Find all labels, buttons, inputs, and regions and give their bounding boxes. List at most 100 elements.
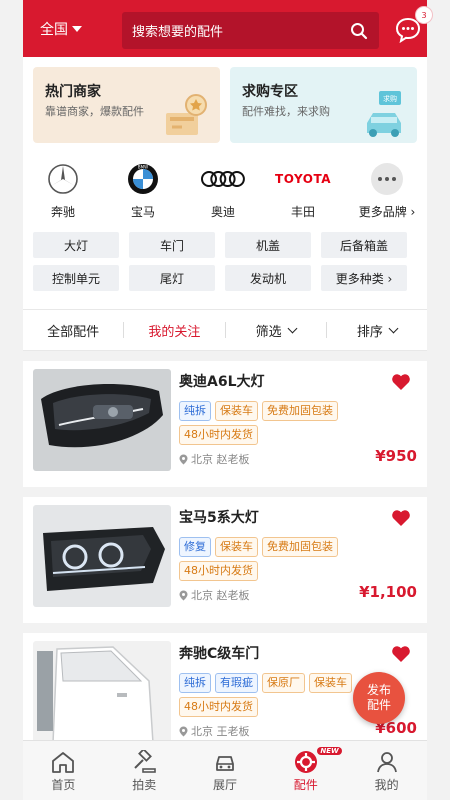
location-text: 北京 赵老板 xyxy=(191,589,250,602)
product-image[interactable] xyxy=(33,369,171,471)
search-bar[interactable]: 搜索想要的配件 xyxy=(122,12,379,49)
parts-icon xyxy=(293,748,319,776)
wanted-zone-card[interactable]: 求购专区 配件难找，来求购 求购 xyxy=(230,67,417,143)
product-title: 奔驰C级车门 xyxy=(179,646,260,662)
location-pin-icon xyxy=(179,590,188,600)
tag: 48小时内发货 xyxy=(179,425,258,445)
toyota-logo-icon: TOYOTA xyxy=(275,157,331,201)
brand-name: 奔驰 xyxy=(50,205,75,219)
tag: 纯拆 xyxy=(179,401,211,421)
tag: 纯拆 xyxy=(179,673,211,693)
brand-row: 奔驰 BMW 宝马 奥迪 TOYOTA 丰田 更多品牌 › xyxy=(23,157,427,227)
store-badge-icon xyxy=(166,94,207,135)
product-image[interactable] xyxy=(33,641,171,743)
search-icon[interactable] xyxy=(345,17,373,45)
product-title: 奥迪A6L大灯 xyxy=(179,374,265,390)
location-pin-icon xyxy=(179,726,188,736)
product-location: 北京 赵老板 xyxy=(179,587,250,603)
user-icon xyxy=(374,748,400,776)
category-hood[interactable]: 机盖 xyxy=(225,232,311,258)
more-dots-icon xyxy=(371,157,403,201)
brand-name: 更多品牌 › xyxy=(358,205,416,219)
sort-button[interactable]: 排序 xyxy=(327,321,427,340)
filter-label: 筛选 xyxy=(255,324,282,340)
product-image[interactable] xyxy=(33,505,171,607)
brand-name: 丰田 xyxy=(290,205,315,219)
hot-merchants-card[interactable]: 热门商家 靠谱商家，爆款配件 xyxy=(33,67,220,143)
tab-showroom[interactable]: 展厅 xyxy=(185,741,266,800)
category-taillight[interactable]: 尾灯 xyxy=(129,265,215,291)
svg-text:BMW: BMW xyxy=(138,165,148,170)
region-label: 全国 xyxy=(40,21,68,38)
heart-favorite-icon[interactable] xyxy=(391,373,411,391)
publish-parts-button[interactable]: 发布 配件 xyxy=(353,672,405,724)
product-card[interactable]: 奥迪A6L大灯 纯拆 保装车 免费加固包装 48小时内发货 北京 赵老板 ¥95… xyxy=(23,361,427,487)
tag: 保装车 xyxy=(215,537,258,557)
category-control-unit[interactable]: 控制单元 xyxy=(33,265,119,291)
tab-auction[interactable]: 拍卖 xyxy=(104,741,185,800)
filter-all-parts[interactable]: 全部配件 xyxy=(23,321,123,340)
heart-favorite-icon[interactable] xyxy=(391,509,411,527)
category-more[interactable]: 更多种类 › xyxy=(321,265,407,291)
tag: 有瑕疵 xyxy=(215,673,258,693)
brand-more[interactable]: 更多品牌 › xyxy=(347,157,427,220)
section-gap xyxy=(23,623,427,633)
message-button[interactable]: 3 xyxy=(395,6,433,44)
section-gap xyxy=(23,487,427,497)
tag: 修复 xyxy=(179,537,211,557)
home-icon xyxy=(50,748,76,776)
product-tags: 修复 保装车 免费加固包装 48小时内发货 xyxy=(179,537,379,581)
tab-label: 首页 xyxy=(51,778,76,792)
tab-parts[interactable]: NEW 配件 xyxy=(265,741,346,800)
brand-audi[interactable]: 奥迪 xyxy=(183,157,263,220)
toyota-logo-text: TOYOTA xyxy=(275,172,331,186)
tab-label: 拍卖 xyxy=(132,778,157,792)
tag: 免费加固包装 xyxy=(262,537,338,557)
location-text: 北京 王老板 xyxy=(191,725,250,738)
brand-bmw[interactable]: BMW 宝马 xyxy=(103,157,183,220)
filter-my-follow[interactable]: 我的关注 xyxy=(124,321,224,340)
caret-down-icon xyxy=(72,25,82,32)
product-location: 北京 王老板 xyxy=(179,723,250,739)
heart-favorite-icon[interactable] xyxy=(391,645,411,663)
location-pin-icon xyxy=(179,454,188,464)
category-headlight[interactable]: 大灯 xyxy=(33,232,119,258)
product-price: ¥1,100 xyxy=(359,583,417,601)
brand-name: 奥迪 xyxy=(210,205,235,219)
category-door[interactable]: 车门 xyxy=(129,232,215,258)
product-title: 宝马5系大灯 xyxy=(179,510,259,526)
wanted-car-icon: 求购 xyxy=(367,91,401,137)
tag: 48小时内发货 xyxy=(179,697,258,717)
mercedes-logo-icon xyxy=(47,157,79,201)
region-selector[interactable]: 全国 xyxy=(40,19,100,39)
tab-label: 我的 xyxy=(374,778,399,792)
product-card[interactable]: 宝马5系大灯 修复 保装车 免费加固包装 48小时内发货 北京 赵老板 ¥1,1… xyxy=(23,497,427,623)
top-header: 全国 搜索想要的配件 3 xyxy=(23,0,433,57)
chevron-down-icon xyxy=(287,323,298,333)
tag: 保原厂 xyxy=(262,673,305,693)
product-location: 北京 赵老板 xyxy=(179,451,250,467)
filter-bar: 全部配件 我的关注 筛选 排序 xyxy=(23,309,427,351)
tab-home[interactable]: 首页 xyxy=(23,741,104,800)
audi-logo-icon xyxy=(200,157,246,201)
tab-label: 配件 xyxy=(293,778,318,792)
location-text: 北京 赵老板 xyxy=(191,453,250,466)
chevron-down-icon xyxy=(388,323,399,333)
tag: 保装车 xyxy=(215,401,258,421)
fab-line1: 发布 xyxy=(366,683,391,697)
gavel-icon xyxy=(131,748,157,776)
product-tags: 纯拆 有瑕疵 保原厂 保装车 48小时内发货 xyxy=(179,673,379,717)
fab-line2: 配件 xyxy=(366,698,391,712)
brand-benz[interactable]: 奔驰 xyxy=(23,157,103,220)
brand-toyota[interactable]: TOYOTA 丰田 xyxy=(263,157,343,220)
section-gap xyxy=(23,351,427,361)
category-engine[interactable]: 发动机 xyxy=(225,265,311,291)
main-content: 热门商家 靠谱商家，爆款配件 求购专区 配件难找，来求购 求购 奔驰 BMW 宝… xyxy=(23,57,427,743)
filter-button[interactable]: 筛选 xyxy=(226,321,326,340)
bottom-tab-bar: 首页 拍卖 展厅 NEW 配件 我的 xyxy=(23,740,427,800)
svg-text:求购: 求购 xyxy=(383,94,397,103)
tag: 保装车 xyxy=(309,673,352,693)
category-trunk-lid[interactable]: 后备箱盖 xyxy=(321,232,407,258)
tab-me[interactable]: 我的 xyxy=(346,741,427,800)
tag: 免费加固包装 xyxy=(262,401,338,421)
